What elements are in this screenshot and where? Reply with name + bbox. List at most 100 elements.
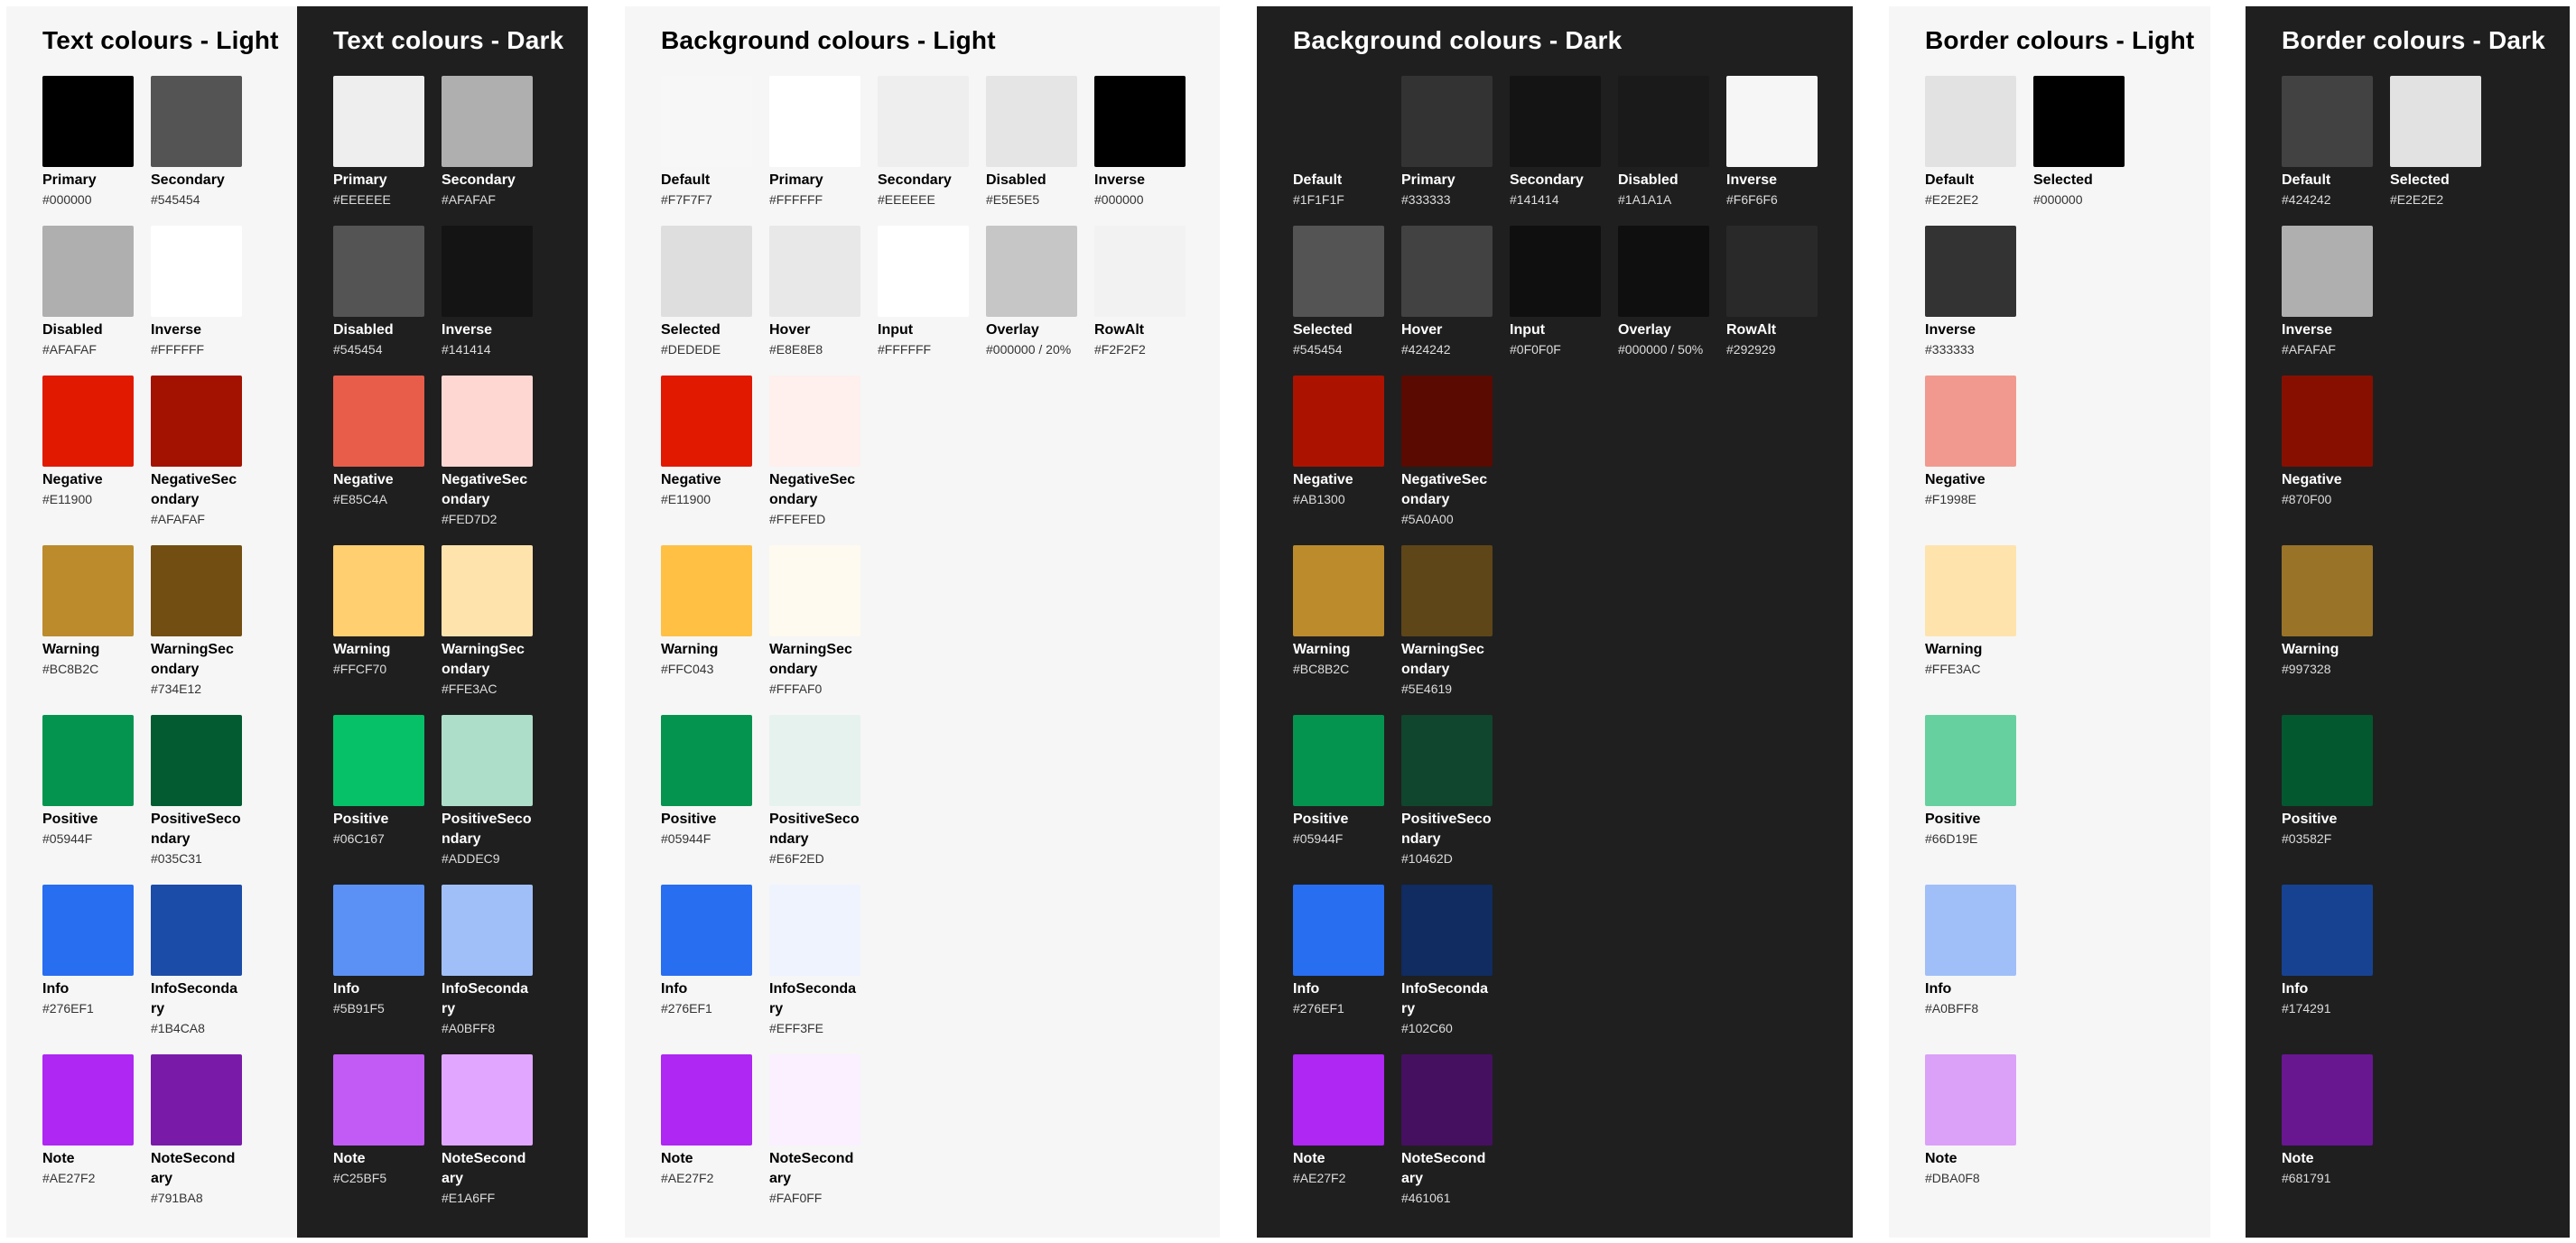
swatch-name: Warning — [1925, 642, 1983, 657]
swatch-color-box — [661, 885, 752, 976]
swatch-name: NegativeSecondary — [1401, 472, 1488, 507]
swatch-color-box — [151, 545, 242, 636]
swatch-hex-value: #F1998E — [1925, 492, 1976, 506]
swatch-color-box — [1925, 1054, 2016, 1146]
swatch-info-secondary: InfoSecondary #102C60 — [1401, 885, 1493, 1054]
swatch-name: Note — [661, 1151, 693, 1166]
swatch-name: Inverse — [1726, 172, 1778, 188]
swatch-secondary: Secondary #141414 — [1510, 76, 1601, 226]
swatch-hex-value: #FFE3AC — [442, 682, 498, 696]
swatch-info: Info #174291 — [2282, 885, 2373, 1054]
swatch-inverse: Inverse #000000 — [1094, 76, 1186, 226]
swatch-negative: Negative #AB1300 — [1293, 376, 1384, 545]
swatch-name: Input — [878, 322, 914, 338]
swatch-inverse: Inverse #333333 — [1925, 226, 2016, 376]
swatch-color-box — [1094, 76, 1186, 167]
swatch-secondary: Secondary #AFAFAF — [442, 76, 533, 226]
swatch-name: Selected — [1293, 322, 1353, 338]
swatch-selected: Selected #DEDEDE — [661, 226, 752, 376]
swatch-name: InfoSecondary — [1401, 981, 1489, 1016]
swatch-name: Note — [2282, 1151, 2314, 1166]
swatch-info-secondary: InfoSecondary #EFF3FE — [769, 885, 860, 1054]
swatch-color-box — [769, 226, 860, 317]
swatch-color-box — [1401, 715, 1493, 806]
swatch-name: Disabled — [42, 322, 103, 338]
swatch-positive-secondary: PositiveSecondary #ADDEC9 — [442, 715, 533, 885]
swatch-color-box — [1925, 376, 2016, 467]
swatch-hex-value: #5B91F5 — [333, 1001, 385, 1016]
swatch-warning: Warning #FFC043 — [661, 545, 752, 715]
swatch-color-box — [769, 76, 860, 167]
swatch-warning: Warning #FFCF70 — [333, 545, 424, 715]
swatch-hex-value: #EEEEEE — [878, 192, 935, 207]
swatch-color-box — [1401, 76, 1493, 167]
swatch-note: Note #C25BF5 — [333, 1054, 424, 1224]
swatch-color-box — [661, 1054, 752, 1146]
swatch-hex-value: #997328 — [2282, 662, 2331, 676]
swatch-hex-value: #1F1F1F — [1293, 192, 1344, 207]
swatch-name: Inverse — [1094, 172, 1146, 188]
swatch-name: NoteSecondary — [151, 1151, 236, 1186]
swatch-hex-value: #681791 — [2282, 1171, 2331, 1185]
swatch-color-box — [1510, 226, 1601, 317]
swatch-color-box — [1618, 76, 1709, 167]
swatch-color-box — [2282, 885, 2373, 976]
swatch-negative-secondary: NegativeSecondary #FFEFED — [769, 376, 860, 545]
swatch-color-box — [1293, 1054, 1384, 1146]
swatch-warning: Warning #BC8B2C — [1293, 545, 1384, 715]
swatch-hex-value: #292929 — [1726, 342, 1776, 357]
background-colours-light-panel: Background colours - Light Default #F7F7F… — [625, 6, 1220, 1238]
swatch-hex-value: #ADDEC9 — [442, 851, 500, 866]
swatch-hex-value: #BC8B2C — [42, 662, 99, 676]
swatch-color-box — [2282, 1054, 2373, 1146]
swatch-color-box — [986, 226, 1077, 317]
swatch-hex-value: #C25BF5 — [333, 1171, 387, 1185]
swatch-name: Negative — [2282, 472, 2342, 487]
swatch-color-box — [1726, 76, 1818, 167]
swatch-hex-value: #102C60 — [1401, 1021, 1453, 1035]
swatch-primary: Primary #EEEEEE — [333, 76, 424, 226]
swatch-color-box — [1293, 376, 1384, 467]
swatch-name: PositiveSecondary — [151, 812, 241, 847]
swatch-name: Overlay — [986, 322, 1039, 338]
swatch-name: WarningSecondary — [151, 642, 234, 677]
swatch-hex-value: #F2F2F2 — [1094, 342, 1146, 357]
swatch-color-box — [333, 1054, 424, 1146]
swatch-negative: Negative #E11900 — [42, 376, 134, 545]
swatch-note-secondary: NoteSecondary #461061 — [1401, 1054, 1493, 1224]
swatch-warning-secondary: WarningSecondary #FFE3AC — [442, 545, 533, 715]
swatch-secondary: Secondary #545454 — [151, 76, 242, 226]
swatch-name: Positive — [1925, 812, 1981, 827]
panel-title: Background colours - Light — [661, 26, 996, 54]
swatch-row-alt: RowAlt #292929 — [1726, 226, 1818, 376]
swatch-name: Negative — [333, 472, 394, 487]
swatch-hex-value: #0F0F0F — [1510, 342, 1561, 357]
swatch-info: Info #276EF1 — [42, 885, 134, 1054]
swatch-name: Warning — [2282, 642, 2339, 657]
swatch-name: WarningSecondary — [1401, 642, 1484, 677]
swatch-selected: Selected #000000 — [2033, 76, 2125, 226]
swatch-hex-value: #05944F — [1293, 831, 1344, 846]
swatch-hex-value: #EEEEEE — [333, 192, 391, 207]
panel-title: Border colours - Light — [1925, 26, 2195, 54]
swatch-color-box — [1726, 226, 1818, 317]
swatch-hex-value: #333333 — [1925, 342, 1975, 357]
swatch-color-box — [1293, 885, 1384, 976]
swatch-name: Warning — [42, 642, 100, 657]
swatch-color-box — [442, 376, 533, 467]
swatch-negative-secondary: NegativeSecondary #FED7D2 — [442, 376, 533, 545]
swatch-name: Negative — [1293, 472, 1353, 487]
swatch-hex-value: #734E12 — [151, 682, 202, 696]
swatch-name: NoteSecondary — [1401, 1151, 1486, 1186]
swatch-info: Info #276EF1 — [1293, 885, 1384, 1054]
swatch-color-box — [1293, 715, 1384, 806]
text-colours-light-panel: Text colours - Light Primary #000000 Secon… — [6, 6, 297, 1238]
background-colours-dark-panel: Background colours - Dark Default #1F1F1F… — [1257, 6, 1853, 1238]
swatch-color-box — [151, 715, 242, 806]
swatch-grid: Default #1F1F1F Primary #333333 Secondary #14… — [1293, 76, 1818, 1224]
swatch-note-secondary: NoteSecondary #791BA8 — [151, 1054, 242, 1224]
swatch-color-box — [442, 885, 533, 976]
swatch-color-box — [42, 715, 134, 806]
swatch-name: Info — [661, 981, 688, 997]
swatch-hex-value: #000000 — [1094, 192, 1144, 207]
